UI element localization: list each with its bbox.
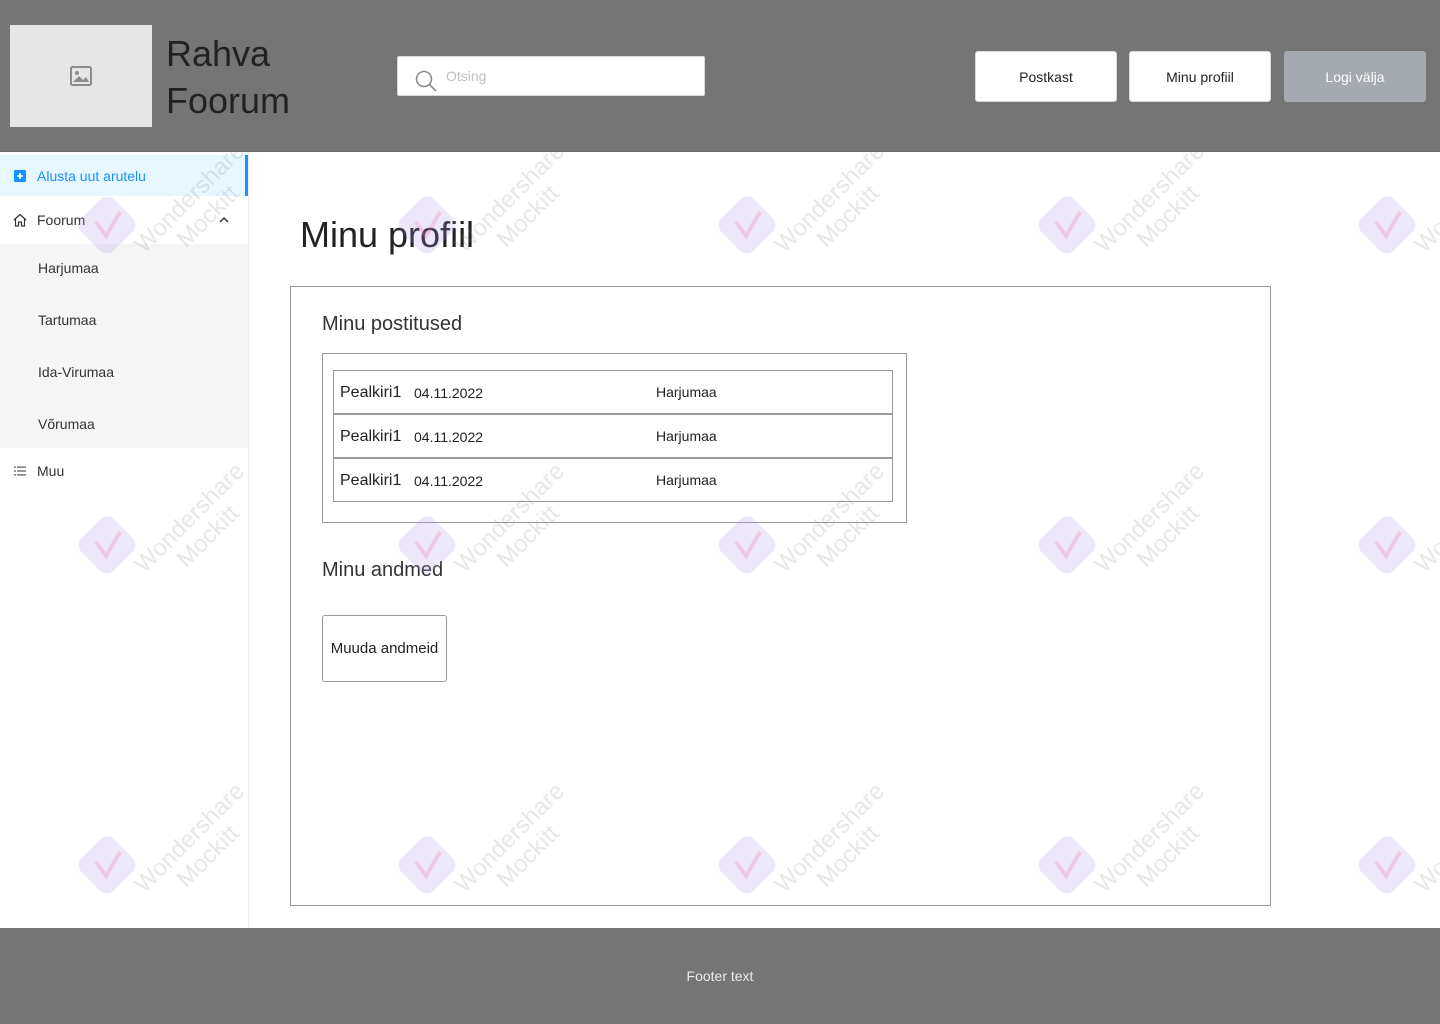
watermark-line: Mockitt xyxy=(491,180,565,253)
post-row[interactable]: Pealkiri1 04.11.2022 Harjumaa xyxy=(333,458,893,502)
watermark: WondershareMockitt xyxy=(1030,130,1230,300)
sidebar-item-other[interactable]: Muu xyxy=(0,450,248,492)
footer-text: Footer text xyxy=(686,968,754,984)
logout-button[interactable]: Logi välja xyxy=(1284,51,1426,102)
post-title: Pealkiri1 xyxy=(340,472,402,489)
my-data-heading: Minu andmed xyxy=(322,559,444,581)
mockitt-logo-icon xyxy=(1358,836,1416,894)
sidebar-item-ida-virumaa[interactable]: Ida-Virumaa xyxy=(38,364,114,380)
page-title: Minu profiil xyxy=(300,214,475,255)
watermark-text: WondershareMockitt xyxy=(449,138,588,276)
post-title: Pealkiri1 xyxy=(340,384,402,401)
mockitt-logo-icon xyxy=(1358,516,1416,574)
header: Rahva Foorum Postkast Minu profiil Logi … xyxy=(0,0,1440,152)
edit-data-button[interactable]: Muuda andmeid xyxy=(322,615,447,682)
mockitt-logo-icon xyxy=(1358,196,1416,254)
watermark: WondershareMockitt xyxy=(1350,450,1440,620)
post-row[interactable]: Pealkiri1 04.11.2022 Harjumaa xyxy=(333,370,893,414)
posts-list: Pealkiri1 04.11.2022 Harjumaa Pealkiri1 … xyxy=(322,353,907,523)
plus-square-icon xyxy=(13,169,27,183)
watermark: WondershareMockitt xyxy=(1350,770,1440,940)
post-date: 04.11.2022 xyxy=(414,429,484,445)
post-title: Pealkiri1 xyxy=(340,428,402,445)
watermark-line: Wondershare xyxy=(1089,137,1210,259)
sidebar-item-vorumaa[interactable]: Võrumaa xyxy=(38,416,95,432)
watermark-line: Wondershare xyxy=(1409,457,1440,579)
watermark-text: WondershareMockitt xyxy=(1089,137,1228,276)
watermark-line: Mockitt xyxy=(1428,797,1440,917)
sidebar-item-forum[interactable]: Foorum xyxy=(0,197,248,243)
my-profile-button[interactable]: Minu profiil xyxy=(1129,51,1271,102)
watermark-line: Mockitt xyxy=(811,180,885,253)
watermark-line: Mockitt xyxy=(1428,477,1440,597)
sidebar-item-new-discussion[interactable]: Alusta uut arutelu xyxy=(0,155,248,196)
search-icon xyxy=(415,70,437,92)
list-icon xyxy=(13,464,27,478)
search-input[interactable] xyxy=(446,57,696,95)
watermark-text: WondershareMockitt xyxy=(1409,137,1440,277)
chevron-up-icon[interactable] xyxy=(218,214,230,226)
sidebar-item-tartumaa[interactable]: Tartumaa xyxy=(38,312,96,328)
watermark-line: Wondershare xyxy=(769,137,890,259)
home-icon xyxy=(13,213,27,227)
watermark-line: Wondershare xyxy=(1409,137,1440,259)
watermark-text: WondershareMockitt xyxy=(1409,777,1440,917)
post-category: Harjumaa xyxy=(656,472,717,488)
sidebar-item-label: Foorum xyxy=(37,212,86,228)
watermark: WondershareMockitt xyxy=(1350,130,1440,300)
post-row[interactable]: Pealkiri1 04.11.2022 Harjumaa xyxy=(333,414,893,458)
sidebar-item-harjumaa[interactable]: Harjumaa xyxy=(38,260,99,276)
watermark-text: WondershareMockitt xyxy=(1409,457,1440,597)
post-category: Harjumaa xyxy=(656,384,717,400)
mockitt-logo-icon xyxy=(1038,196,1096,254)
footer: Footer text xyxy=(0,928,1440,1024)
post-date: 04.11.2022 xyxy=(414,473,484,489)
forum-submenu: Harjumaa Tartumaa Ida-Virumaa Võrumaa xyxy=(0,244,248,448)
sidebar: Alusta uut arutelu Foorum Harjumaa Tartu… xyxy=(0,152,249,928)
post-date: 04.11.2022 xyxy=(414,385,484,401)
site-title-line1: Rahva xyxy=(166,33,271,74)
watermark-line: Wondershare xyxy=(1409,777,1440,899)
watermark: WondershareMockitt xyxy=(710,130,910,300)
site-title-line2: Foorum xyxy=(166,80,291,121)
image-icon xyxy=(70,66,92,86)
sidebar-item-label: Muu xyxy=(37,463,65,479)
mockitt-logo-icon xyxy=(718,196,776,254)
watermark-line: Mockitt xyxy=(1428,157,1440,277)
posts-heading: Minu postitused xyxy=(322,313,463,335)
logo-placeholder[interactable] xyxy=(10,25,152,127)
watermark-line: Mockitt xyxy=(1131,180,1205,253)
sidebar-item-label: Alusta uut arutelu xyxy=(37,167,146,184)
search-box[interactable] xyxy=(397,56,705,96)
post-category: Harjumaa xyxy=(656,428,717,444)
watermark-text: WondershareMockitt xyxy=(769,137,908,276)
profile-panel: Minu postitused Pealkiri1 04.11.2022 Har… xyxy=(290,286,1271,906)
inbox-button[interactable]: Postkast xyxy=(975,51,1117,102)
site-title: Rahva Foorum xyxy=(166,30,290,124)
